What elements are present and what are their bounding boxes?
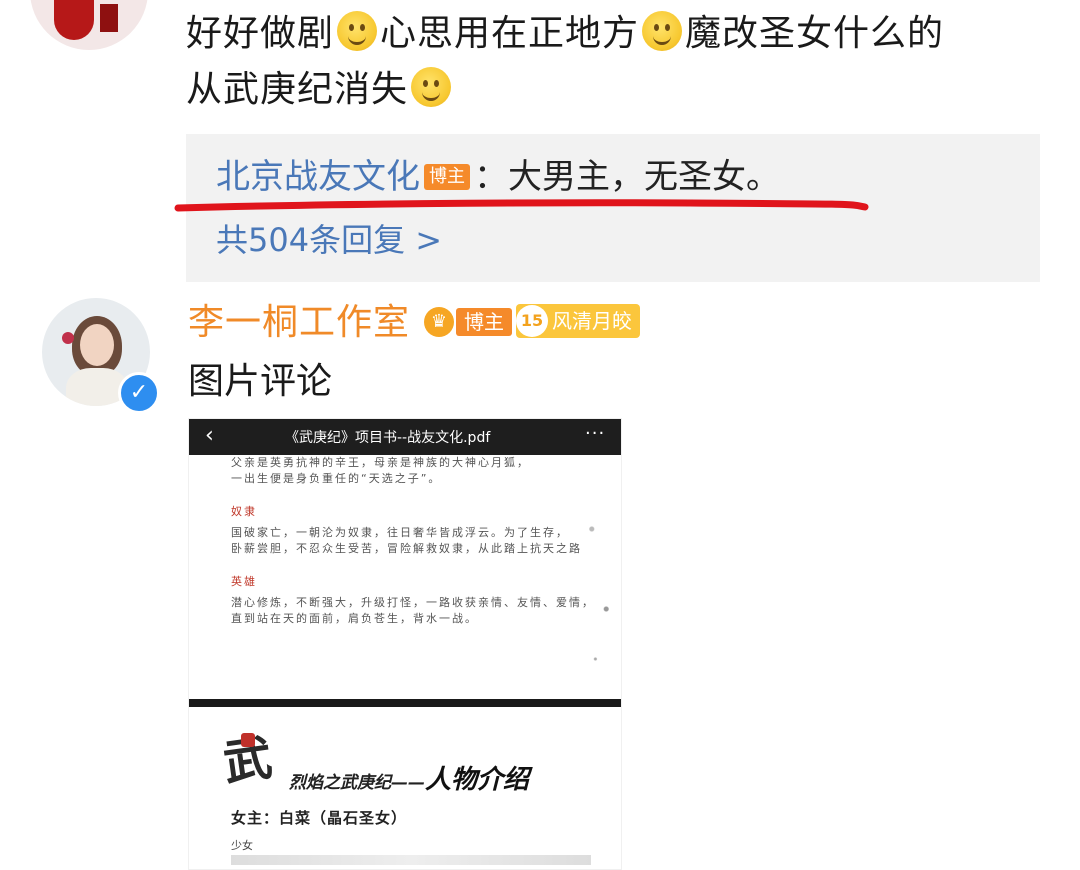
back-chevron-icon[interactable]: ‹: [205, 423, 214, 448]
fan-title: 风清月皎: [552, 309, 632, 333]
commenter-name[interactable]: 李一桐工作室: [188, 298, 410, 348]
fan-level-number: 15: [516, 305, 548, 337]
more-icon[interactable]: ···: [585, 423, 605, 444]
verified-badge-icon: ✓: [118, 372, 160, 414]
comment-image[interactable]: ‹ 《武庚纪》项目书--战友文化.pdf ··· 父亲是英勇抗神的辛王，母亲是神…: [188, 418, 622, 870]
blogger-badge-2: 博主: [456, 308, 512, 336]
blogger-badge: 博主: [424, 164, 470, 190]
page2-title-a: 烈焰之武庚纪——: [289, 773, 425, 793]
smile-emoji-icon: [642, 11, 683, 51]
page2-text-fade: [231, 855, 591, 865]
pdf-line: 直到站在天的面前，肩负苍生，背水一战。: [231, 612, 478, 625]
comment-body: 好好做剧 心思用在正地方 魔改圣女什么的 从武庚纪消失: [186, 6, 1046, 118]
pdf-line: 潜心修炼，不断强大，升级打怪，一路收获亲情、友情、爱情，: [231, 596, 595, 609]
pdf-line: 卧薪尝胆，不忍众生受苦，冒险解救奴隶，从此踏上抗天之路: [231, 542, 582, 555]
crown-icon: ♛: [424, 307, 454, 337]
ink-splatter-decoration: [581, 489, 617, 689]
page2-red-mark: [241, 733, 255, 747]
page2-heroine: 女主：白菜（晶石圣女）: [231, 809, 408, 827]
pdf-line: 一出生便是身负重任的“天选之子”。: [231, 472, 442, 485]
comment-text-part-1: 好好做剧: [186, 13, 335, 54]
page2-sub: 少女: [231, 839, 253, 852]
pdf-page-divider: [189, 699, 621, 707]
pdf-title: 《武庚纪》项目书--战友文化.pdf: [285, 430, 491, 446]
smile-emoji-icon: [337, 11, 378, 51]
comment-text-part-2: 心思用在正地方: [380, 13, 640, 54]
top-avatar[interactable]: [30, 0, 148, 50]
page2-title-b: 人物介绍: [425, 765, 530, 795]
pdf-heading: 奴隶: [231, 505, 257, 518]
comment-text-part-4: 从武庚纪消失: [186, 69, 409, 110]
image-comment-label: 图片评论: [188, 361, 333, 402]
page2-logo: 武: [220, 729, 276, 793]
page2-title: 烈焰之武庚纪——人物介绍: [289, 759, 529, 796]
pdf-line: 父亲是英勇抗神的辛王，母亲是神族的大神心月狐，: [231, 456, 530, 469]
comment-text-part-3: 魔改圣女什么的: [685, 13, 945, 54]
pdf-line: 国破家亡，一朝沦为奴隶，往日奢华皆成浮云。为了生存，: [231, 526, 569, 539]
fan-level-badge: 15 风清月皎: [516, 304, 640, 338]
smile-emoji-icon: [411, 67, 452, 107]
crown-blogger-badge: ♛ 博主: [424, 304, 512, 340]
more-replies-link[interactable]: 共504条回复 >: [216, 216, 442, 264]
pdf-heading: 英雄: [231, 575, 257, 588]
pdf-toolbar: ‹ 《武庚纪》项目书--战友文化.pdf ···: [189, 419, 621, 455]
